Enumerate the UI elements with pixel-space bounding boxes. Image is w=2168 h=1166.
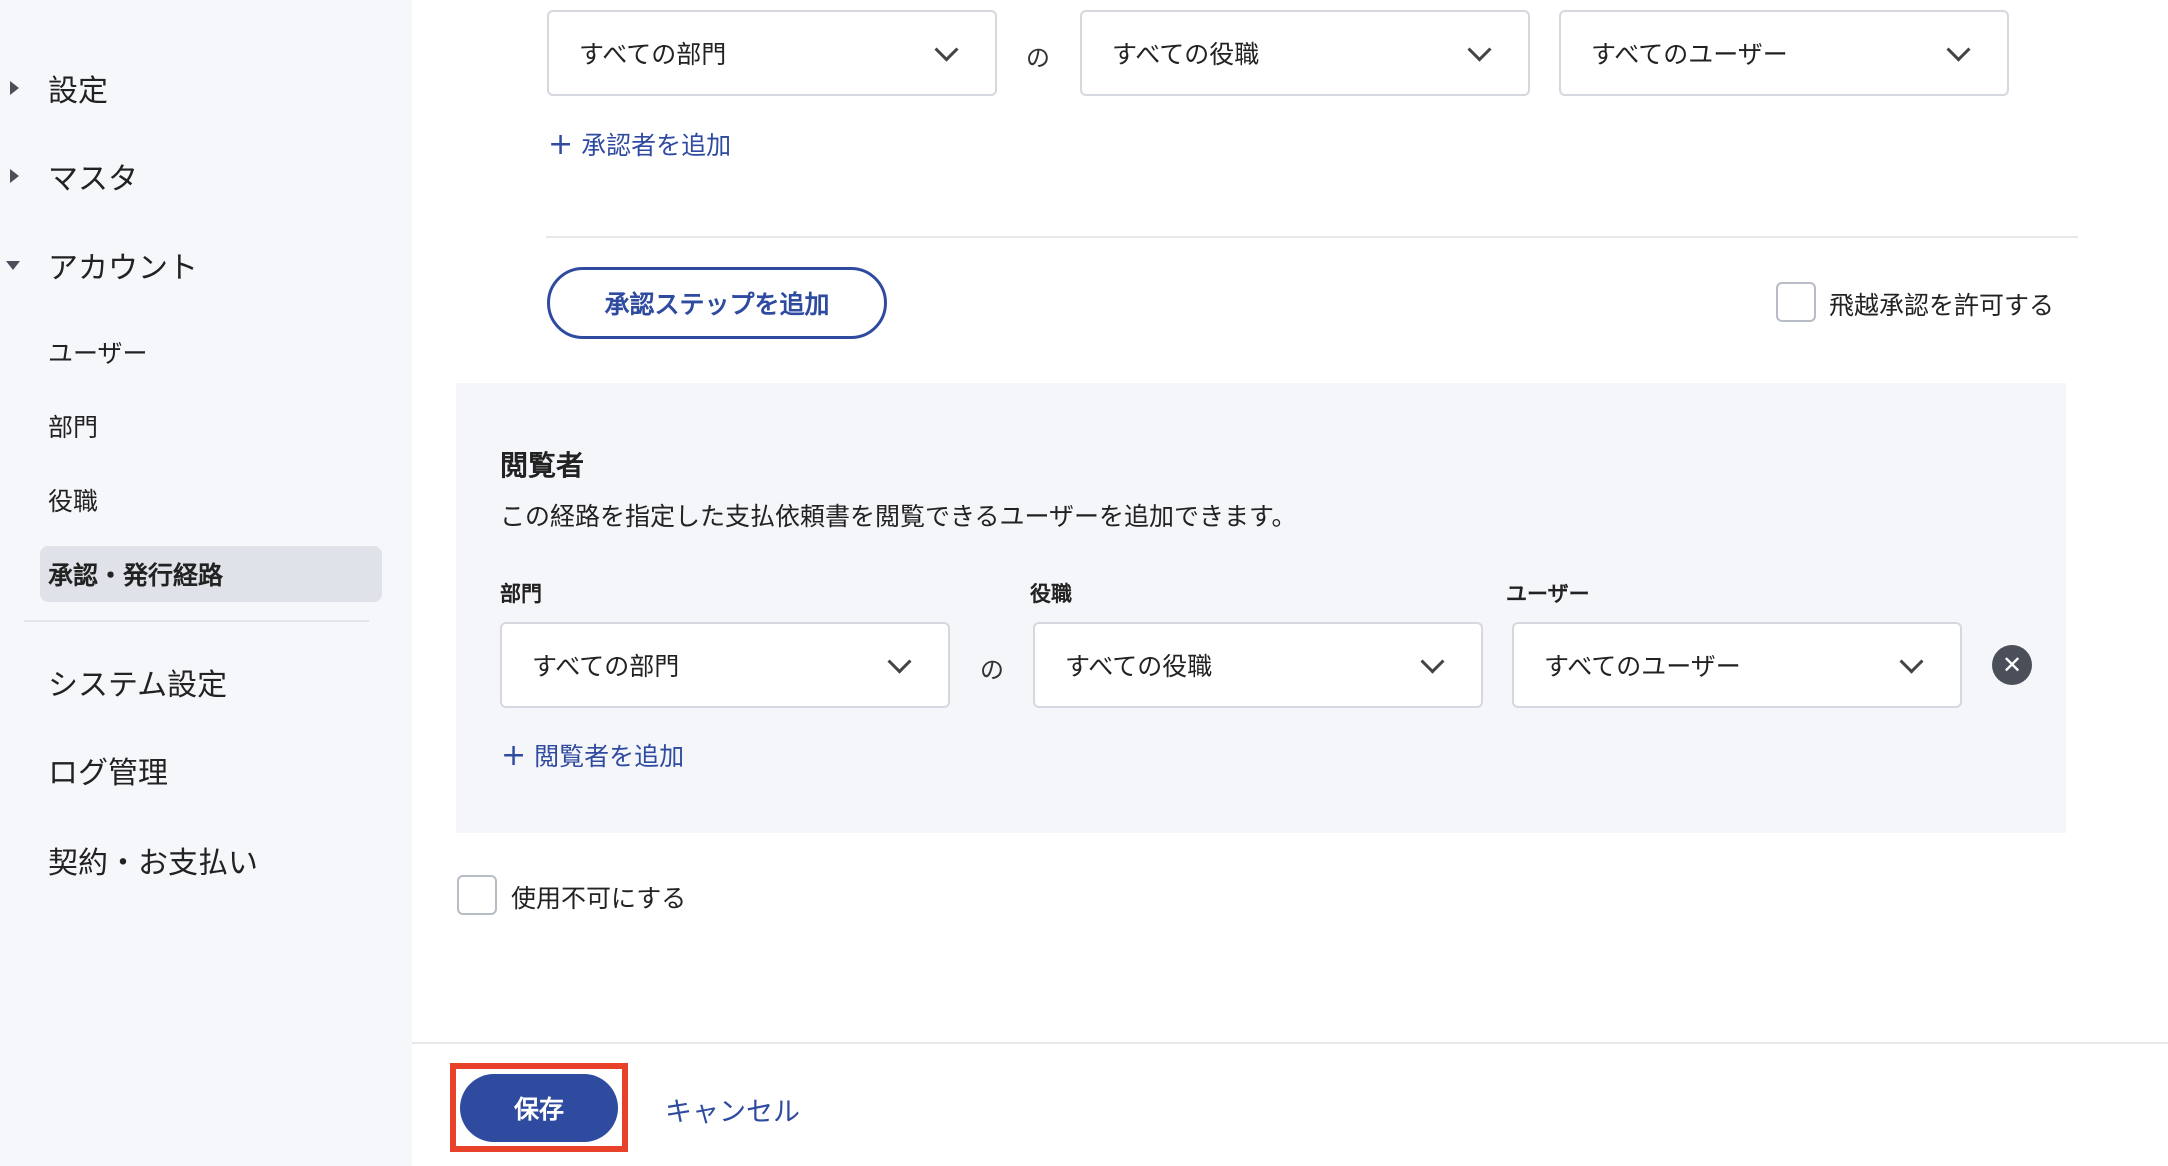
viewers-user-label: ユーザー — [1506, 582, 1590, 606]
sidebar-group-label: アカウント — [48, 251, 198, 286]
save-button-label: 保存 — [513, 1095, 564, 1124]
viewer-user-select[interactable]: すべてのユーザー — [1512, 622, 1962, 708]
sidebar-divider — [24, 620, 369, 622]
sidebar-group-label: 設定 — [48, 74, 108, 109]
chevron-down-icon — [887, 649, 912, 674]
chevron-down-icon — [1946, 37, 1971, 62]
approver-department-select[interactable]: すべての部門 — [547, 10, 997, 96]
caret-down-icon — [6, 260, 20, 270]
viewers-description: この経路を指定した支払依頼書を閲覧できるユーザーを追加できます。 — [500, 502, 1297, 531]
select-value: すべての部門 — [532, 652, 680, 681]
sidebar-item-log-management[interactable]: ログ管理 — [48, 748, 168, 792]
add-approval-step-button[interactable]: 承認ステップを追加 — [547, 267, 887, 339]
sidebar: 設定 マスタ アカウント ユーザー 部門 役職 承認・発行経路 システム設定 ロ… — [0, 0, 412, 1166]
chevron-down-icon — [934, 37, 959, 62]
sidebar-item-system-settings[interactable]: システム設定 — [48, 660, 227, 704]
connector-text: の — [980, 656, 1004, 684]
chevron-down-icon — [1420, 649, 1445, 674]
sidebar-item-label: 役職 — [48, 487, 99, 516]
disable-route-label: 使用不可にする — [511, 884, 687, 913]
select-value: すべての部門 — [579, 40, 727, 69]
viewer-department-select[interactable]: すべての部門 — [500, 622, 950, 708]
add-approver-label: 承認者を追加 — [581, 131, 732, 160]
select-value: すべての役職 — [1065, 652, 1213, 681]
close-icon: ✕ — [2001, 651, 2023, 679]
select-value: すべての役職 — [1112, 40, 1260, 69]
add-approval-step-label: 承認ステップを追加 — [604, 290, 830, 319]
connector-text: の — [1026, 44, 1050, 72]
sidebar-item-label: 部門 — [48, 413, 99, 442]
caret-right-icon — [10, 81, 19, 95]
add-viewer-link[interactable]: + 閲覧者を追加 — [501, 737, 684, 773]
select-value: すべてのユーザー — [1591, 40, 1788, 69]
caret-right-icon — [10, 169, 19, 183]
approver-position-select[interactable]: すべての役職 — [1080, 10, 1530, 96]
viewers-panel — [456, 383, 2066, 833]
allow-skip-approval-label: 飛越承認を許可する — [1829, 291, 2055, 320]
sidebar-group-label: マスタ — [48, 162, 138, 197]
save-button[interactable]: 保存 — [460, 1074, 618, 1142]
viewers-department-label: 部門 — [500, 582, 542, 606]
sidebar-item-positions[interactable]: 役職 — [40, 472, 382, 528]
chevron-down-icon — [1899, 649, 1924, 674]
chevron-down-icon — [1467, 37, 1492, 62]
sidebar-item-label: 承認・発行経路 — [48, 561, 224, 590]
viewers-position-label: 役職 — [1030, 582, 1072, 606]
approver-user-select[interactable]: すべてのユーザー — [1559, 10, 2009, 96]
sidebar-item-departments[interactable]: 部門 — [40, 398, 382, 454]
divider — [546, 236, 2078, 238]
add-viewer-label: 閲覧者を追加 — [534, 742, 685, 771]
sidebar-item-approval-routes[interactable]: 承認・発行経路 — [40, 546, 382, 602]
allow-skip-approval-checkbox[interactable] — [1776, 282, 1816, 322]
viewer-position-select[interactable]: すべての役職 — [1033, 622, 1483, 708]
viewers-title: 閲覧者 — [500, 449, 585, 482]
plus-icon: + — [548, 126, 574, 162]
select-value: すべてのユーザー — [1544, 652, 1741, 681]
sidebar-item-contract-payment[interactable]: 契約・お支払い — [48, 838, 258, 882]
sidebar-item-label: ユーザー — [48, 339, 148, 368]
footer-divider — [412, 1042, 2168, 1044]
remove-viewer-button[interactable]: ✕ — [1992, 645, 2032, 685]
sidebar-item-users[interactable]: ユーザー — [40, 324, 382, 380]
add-approver-link[interactable]: + 承認者を追加 — [548, 126, 731, 162]
disable-route-checkbox[interactable] — [457, 875, 497, 915]
cancel-link[interactable]: キャンセル — [665, 1090, 800, 1129]
plus-icon: + — [501, 737, 527, 773]
